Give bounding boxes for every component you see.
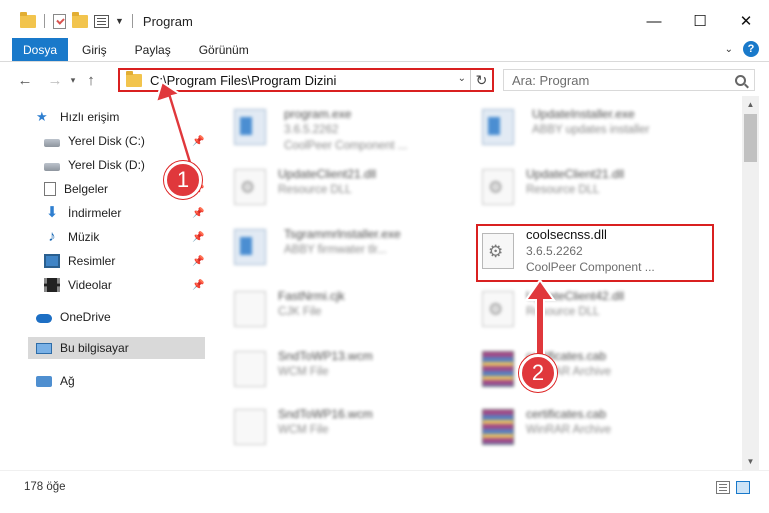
- annotation-arrows: [154, 80, 556, 359]
- arrow-2: [524, 278, 556, 359]
- arrow-1: [154, 80, 196, 172]
- annotation-badge-2: 2: [519, 354, 557, 392]
- annotation-badge-1: 1: [164, 161, 202, 199]
